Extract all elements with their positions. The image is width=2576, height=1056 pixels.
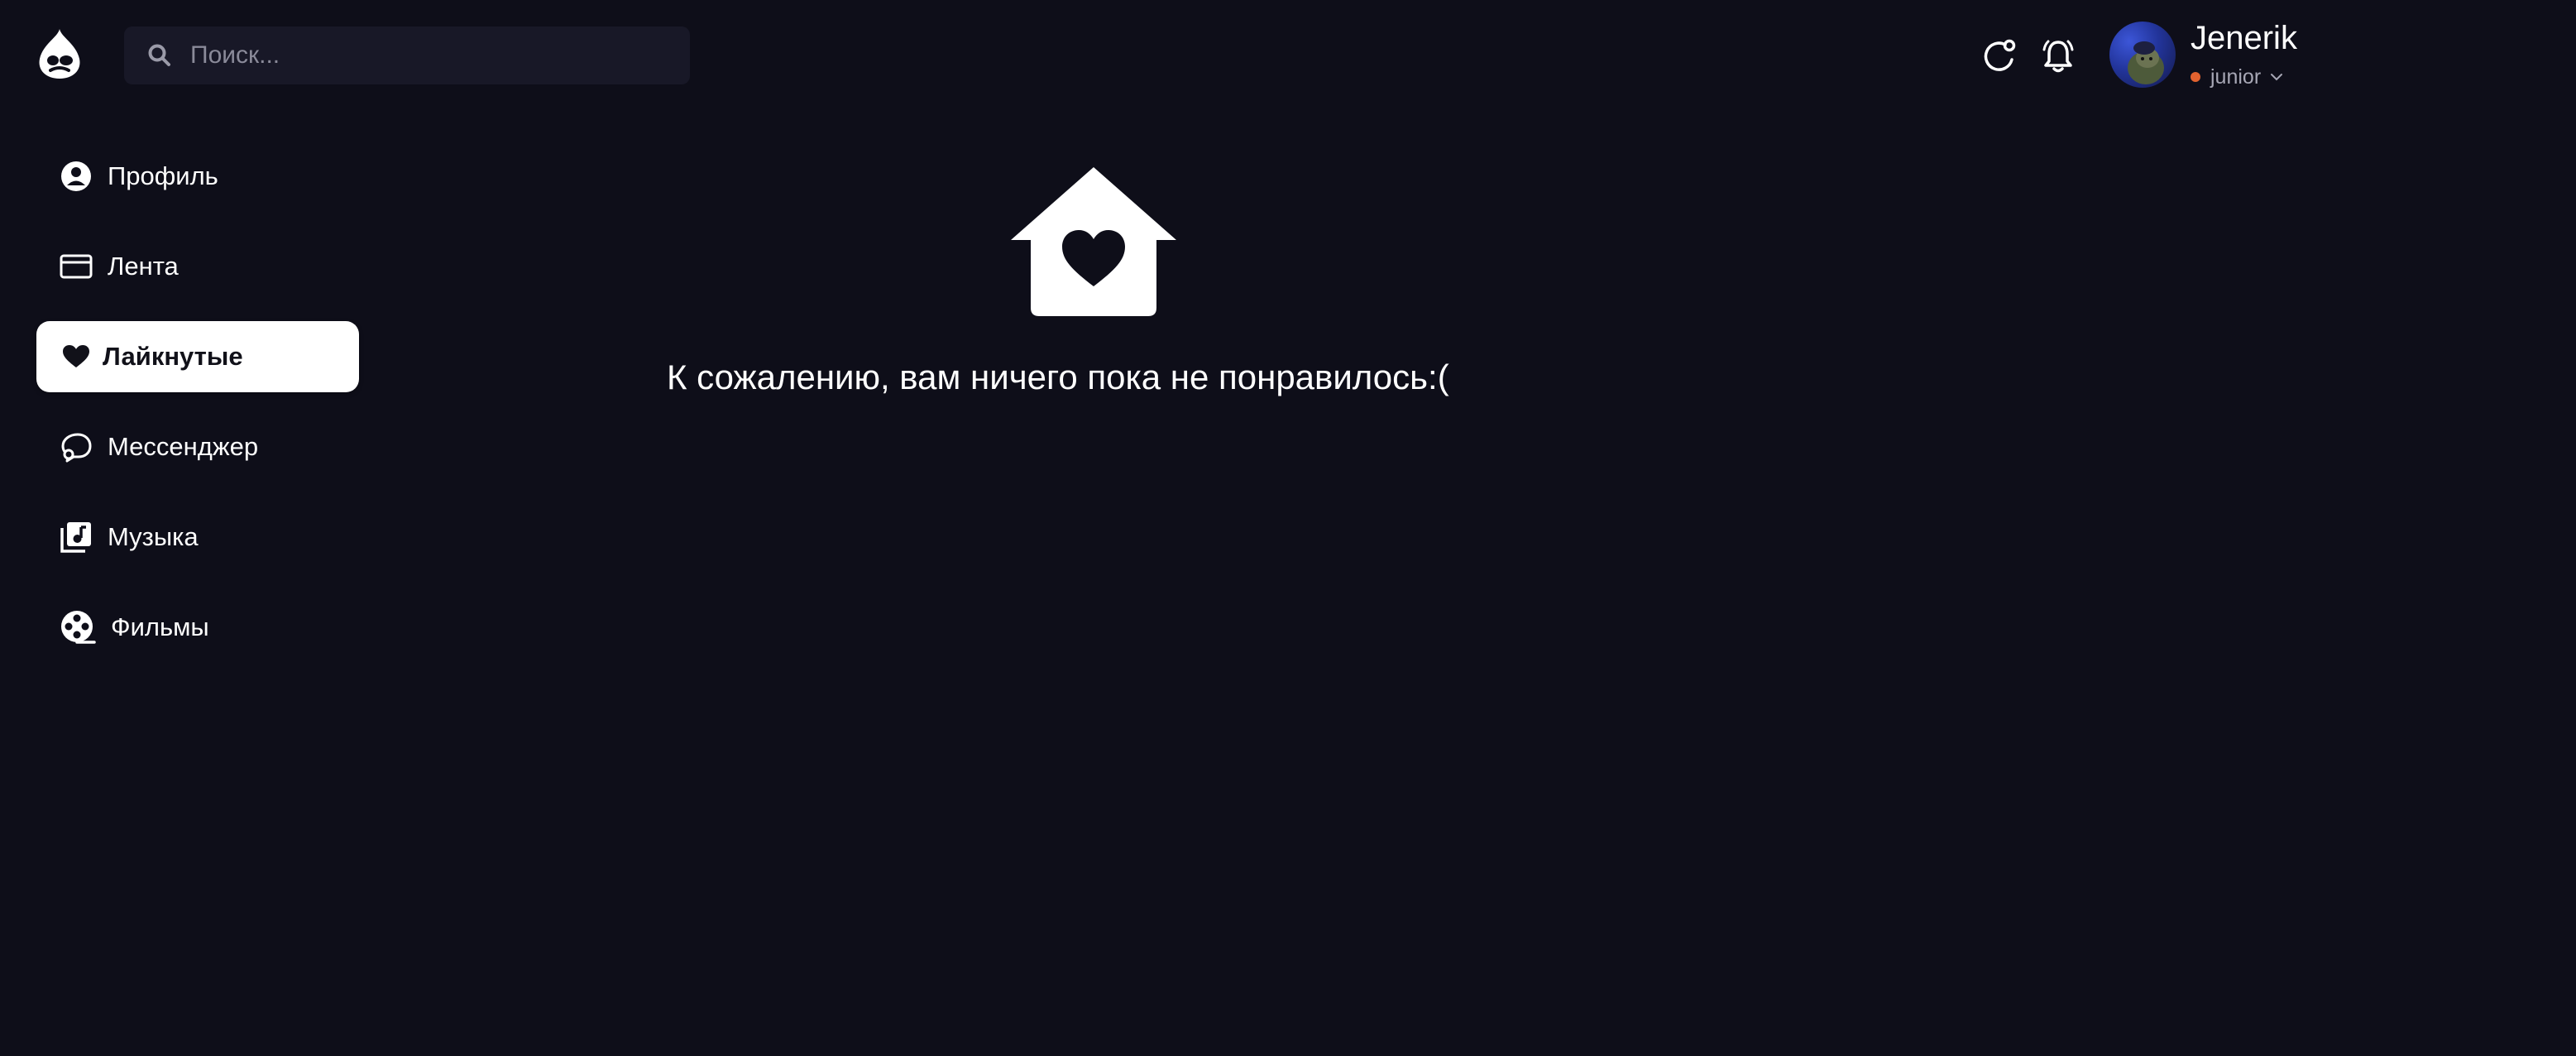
- sidebar-item-liked[interactable]: Лайкнутые: [36, 321, 359, 392]
- refresh-icon[interactable]: [1982, 36, 2018, 76]
- user-role-label: junior: [2210, 65, 2262, 89]
- heart-icon: [60, 340, 93, 373]
- sidebar-item-label: Профиль: [108, 161, 218, 190]
- sidebar: Профиль Лента Лайкнутые Мессенджер Музык…: [36, 141, 359, 682]
- sidebar-item-label: Мессенджер: [108, 432, 259, 461]
- user-name[interactable]: Jenerik: [2191, 20, 2297, 57]
- search-input[interactable]: [189, 26, 690, 84]
- sidebar-item-feed[interactable]: Лента: [36, 231, 359, 302]
- avatar[interactable]: [2109, 22, 2176, 88]
- sidebar-item-label: Музыка: [108, 522, 199, 551]
- sidebar-item-music[interactable]: Музыка: [36, 502, 359, 573]
- user-role-dropdown[interactable]: junior: [2191, 65, 2284, 89]
- chat-bubble-icon: [60, 430, 93, 463]
- search-icon: [147, 41, 175, 70]
- sidebar-item-messenger[interactable]: Мессенджер: [36, 411, 359, 482]
- status-dot: [2191, 72, 2200, 82]
- chevron-down-icon: [2269, 72, 2284, 82]
- sidebar-item-label: Фильмы: [111, 612, 209, 641]
- user-circle-icon: [60, 160, 93, 193]
- sidebar-item-label: Лента: [108, 252, 179, 281]
- bell-icon[interactable]: [2040, 36, 2076, 76]
- feed-card-icon: [60, 250, 93, 283]
- house-heart-icon: [1011, 166, 1176, 318]
- empty-state-message: К сожалению, вам ничего пока не понравил…: [667, 358, 1449, 396]
- sidebar-item-profile[interactable]: Профиль: [36, 141, 359, 212]
- search-bar[interactable]: [124, 26, 690, 84]
- sidebar-item-films[interactable]: Фильмы: [36, 592, 359, 663]
- music-library-icon: [60, 521, 93, 554]
- drupal-logo-icon[interactable]: [31, 25, 88, 83]
- sidebar-item-label: Лайкнутые: [103, 342, 243, 371]
- app-window: Jenerik junior Профиль: [0, 0, 2576, 1056]
- film-reel-icon: [60, 609, 96, 646]
